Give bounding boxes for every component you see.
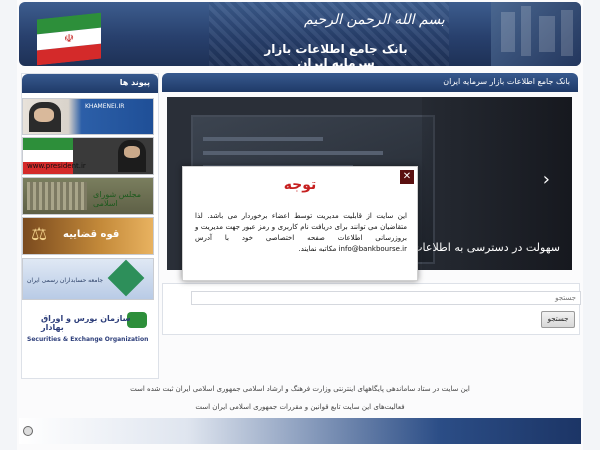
flag-emblem-icon: ☫ [64,31,74,46]
footer-registration-text: این سایت در ستاد ساماندهی پایگاههای اینت… [130,385,470,393]
link-sec-sublabel: Securities & Exchange Organization [27,336,149,343]
header-banner: ☫ بسم الله الرحمن الرحیم بانک جامع اطلاع… [19,2,581,66]
search-panel: جستجو [162,283,581,335]
link-judiciary-label: قوه قضاییه [63,229,120,240]
scales-icon: ⚖ [31,224,48,245]
modal-title: توجه [283,177,317,193]
footer-bar [19,418,581,444]
link-accountants-label: جامعه حسابداران رسمی ایران [27,277,104,284]
search-button[interactable]: جستجو [541,311,575,328]
link-sec[interactable]: سازمان بورس و اوراق بهادار Securities & … [22,305,154,351]
accountants-logo-icon [107,259,145,297]
link-judiciary[interactable]: ⚖ قوه قضاییه [22,217,154,255]
link-accountants[interactable]: جامعه حسابداران رسمی ایران [22,258,154,300]
search-input[interactable] [191,291,581,305]
links-sidebar: پیوند ها KHAMENEI.IR www.president.ir مج… [21,73,159,379]
link-parliament[interactable]: مجلس شورای اسلامی [22,177,154,215]
slider-next-arrow-icon[interactable]: › [543,169,550,190]
slide-caption: سهولت در دسترسی به اطلاعات [412,241,560,254]
footer-law-text: فعالیت‌های این سایت تابع قوانین و مقررات… [195,403,405,411]
building-image [491,2,581,66]
iran-flag-image: ☫ [37,12,101,66]
footer-dot-icon[interactable] [23,426,33,436]
link-sec-label: سازمان بورس و اوراق بهادار [41,314,131,332]
sidebar-header: پیوند ها [22,74,158,93]
modal-body: این سایت از قابلیت مدیریت توسط اعضاء برخ… [195,212,407,253]
content-header: بانک جامع اطلاعات بازار سرمایه ایران [162,73,578,92]
link-president-label: www.president.ir [27,162,86,170]
link-president[interactable]: www.president.ir [22,137,154,175]
content-title: بانک جامع اطلاعات بازار سرمایه ایران [443,77,570,86]
bismillah-text: بسم الله الرحمن الرحیم [304,12,445,28]
link-khamenei[interactable]: KHAMENEI.IR [22,98,154,135]
notice-modal: ✕ توجه این سایت از قابلیت مدیریت توسط اع… [182,166,418,281]
link-khamenei-label: KHAMENEI.IR [85,103,125,110]
sidebar-title: پیوند ها [119,78,150,87]
link-parliament-label: مجلس شورای اسلامی [93,190,142,208]
site-title: بانک جامع اطلاعات بازار سرمایه ایران [264,42,408,66]
